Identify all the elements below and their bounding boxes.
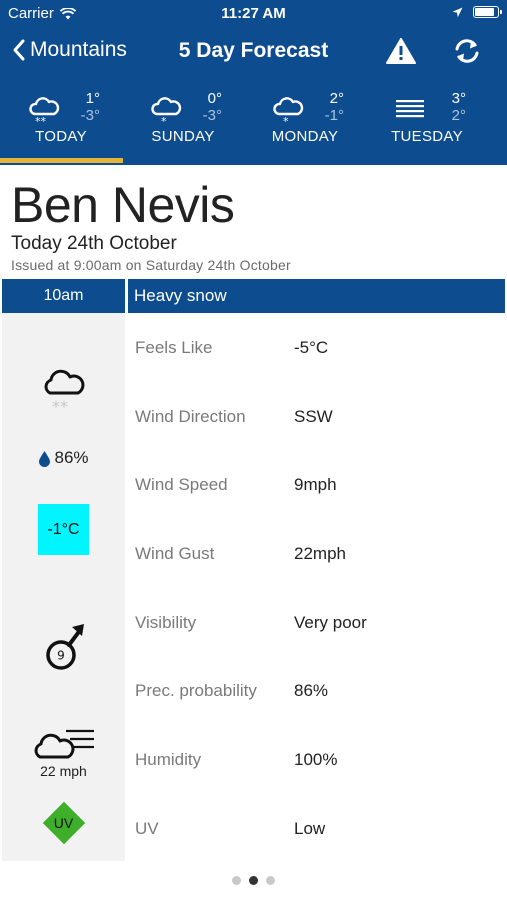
day-high: 0° <box>207 90 222 107</box>
forecast-date: Today 24th October <box>11 233 177 254</box>
mist-icon <box>396 100 424 118</box>
detail-value: SSW <box>294 407 333 426</box>
svg-text:*: * <box>161 115 167 126</box>
forecast-header: 10am Heavy snow <box>2 279 505 313</box>
detail-value: 9mph <box>294 475 337 494</box>
tab-today[interactable]: ** 1° -3° TODAY <box>0 84 122 156</box>
refresh-icon <box>455 39 479 63</box>
header: Carrier 11:27 AM Mountains 5 Day Forecas… <box>0 0 507 165</box>
light-snow-icon: * <box>273 97 304 126</box>
detail-label: Wind Speed <box>135 475 228 494</box>
day-label: SUNDAY <box>151 128 215 145</box>
detail-label: Humidity <box>135 750 202 769</box>
battery-icon <box>473 6 502 18</box>
detail-row-feels-like: Feels Like -5°C <box>135 338 505 368</box>
detail-row-wind-direction: Wind Direction SSW <box>135 407 505 437</box>
detail-row-wind-gust: Wind Gust 22mph <box>135 544 505 574</box>
day-high: 3° <box>451 90 466 107</box>
page-indicator[interactable] <box>0 876 507 885</box>
svg-text:**: ** <box>52 397 68 415</box>
detail-label: Feels Like <box>135 338 213 357</box>
detail-value: 86% <box>294 681 329 700</box>
day-temps: 2° -1° <box>314 90 344 124</box>
heavy-snow-icon: ** <box>29 97 60 126</box>
day-high: 2° <box>329 90 344 107</box>
detail-value: -5°C <box>294 338 329 357</box>
warning-triangle-icon <box>386 38 416 64</box>
uv-cell: UV <box>2 801 125 845</box>
weather-cell: ** <box>2 363 125 415</box>
clock: 11:27 AM <box>221 5 286 22</box>
day-low: -3° <box>80 107 100 124</box>
wind-direction-number: 9 <box>57 649 65 663</box>
uv-badge: UV <box>42 801 85 845</box>
svg-text:**: ** <box>35 115 47 126</box>
svg-text:*: * <box>283 115 289 126</box>
selected-tab-indicator <box>0 158 123 163</box>
location-name: Ben Nevis <box>11 177 235 233</box>
wind-direction-cell: 9 <box>2 621 125 671</box>
day-label: TUESDAY <box>391 128 463 145</box>
forecast-time: 10am <box>2 279 125 313</box>
summary-column: ** 86% -1°C 9 22 mph UV <box>2 313 125 861</box>
day-temps: 3° 2° <box>436 90 466 124</box>
detail-label: Wind Gust <box>135 544 215 563</box>
tab-sunday[interactable]: * 0° -3° SUNDAY <box>122 84 244 156</box>
light-snow-icon: * <box>151 97 182 126</box>
uv-badge-label: UV <box>53 815 74 831</box>
day-high: 1° <box>85 90 100 107</box>
issued-time: Issued at 9:00am on Saturday 24th Octobe… <box>11 257 291 273</box>
day-low: -3° <box>202 107 222 124</box>
detail-row-uv: UV Low <box>135 819 505 849</box>
detail-row-humidity: Humidity 100% <box>135 750 505 780</box>
location-arrow-icon <box>452 7 463 17</box>
page-title: 5 Day Forecast <box>178 39 329 62</box>
day-label: MONDAY <box>271 128 339 145</box>
day-temps: 1° -3° <box>70 90 100 124</box>
day-temps: 0° -3° <box>192 90 222 124</box>
tab-monday[interactable]: * 2° -1° MONDAY <box>244 84 366 156</box>
detail-value: Low <box>294 819 326 838</box>
temperature-badge: -1°C <box>38 504 89 555</box>
nav-bar: Mountains 5 Day Forecast <box>0 30 507 74</box>
detail-value: 22mph <box>294 544 346 563</box>
detail-value: Very poor <box>294 613 367 632</box>
status-bar: Carrier 11:27 AM <box>0 0 507 28</box>
detail-label: UV <box>135 819 159 838</box>
detail-row-visibility: Visibility Very poor <box>135 613 505 643</box>
day-label: TODAY <box>35 128 87 145</box>
humidity-badge: 86% <box>38 448 89 468</box>
tab-tuesday[interactable]: 3° 2° TUESDAY <box>366 84 488 156</box>
wind-speed-badge: 22 mph <box>40 763 87 779</box>
detail-value: 100% <box>294 750 338 769</box>
drop-icon <box>39 450 51 467</box>
warning-button[interactable] <box>386 38 416 69</box>
humidity-cell: 86% <box>2 448 125 468</box>
detail-label: Prec. probability <box>135 681 257 700</box>
detail-row-precipitation: Prec. probability 86% <box>135 681 505 711</box>
page-dot[interactable] <box>266 876 275 885</box>
detail-row-wind-speed: Wind Speed 9mph <box>135 475 505 505</box>
page-dot-active[interactable] <box>249 876 258 885</box>
weather-description: Heavy snow <box>128 279 505 313</box>
detail-label: Wind Direction <box>135 407 246 426</box>
heavy-snow-icon: ** <box>44 369 84 415</box>
status-right <box>452 6 502 18</box>
humidity-value: 86% <box>54 448 89 467</box>
wind-cell: 22 mph <box>2 725 125 779</box>
day-tabs: ** 1° -3° TODAY * 0° -3° SUNDAY * 2° -1°… <box>0 84 507 156</box>
page-dot[interactable] <box>232 876 241 885</box>
temperature-cell: -1°C <box>2 504 125 555</box>
detail-label: Visibility <box>135 613 197 632</box>
wind-icon <box>34 729 94 759</box>
day-low: -1° <box>324 107 344 124</box>
wind-direction-icon: 9 <box>45 624 84 670</box>
refresh-button[interactable] <box>453 38 481 69</box>
day-low: 2° <box>451 107 466 124</box>
